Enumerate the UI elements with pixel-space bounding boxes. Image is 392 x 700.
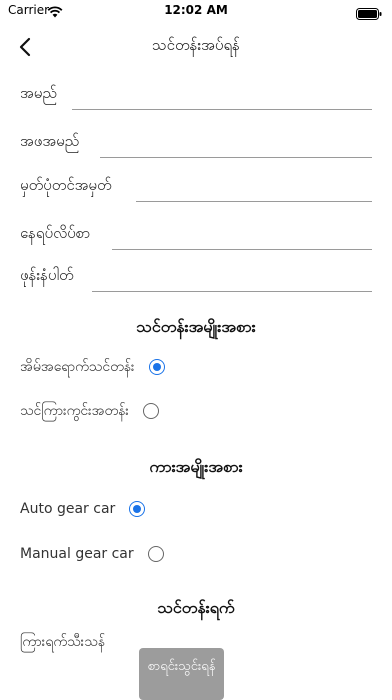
- radio-selected-icon[interactable]: [148, 359, 165, 375]
- name-label: အမည်: [20, 84, 57, 102]
- car-type-title: ကားအမျိုးအစား: [149, 457, 243, 476]
- radio-manual-gear[interactable]: Manual gear car: [20, 540, 164, 568]
- radio-label: Manual gear car: [20, 546, 134, 562]
- register-button[interactable]: စာရင်းသွင်းရန်: [139, 648, 224, 700]
- address-label: နေရပ်လိပ်စာ: [20, 224, 91, 242]
- course-date-title: သင်တန်းရက်: [157, 598, 235, 617]
- page-title: သင်တန်းအပ်ရန်: [152, 36, 240, 54]
- radio-label: အိမ်အရောက်သင်တန်း: [20, 358, 135, 375]
- address-input-underline[interactable]: [112, 249, 372, 250]
- phone-label: ဖုန်းနံပါတ်: [20, 266, 74, 284]
- name-field[interactable]: အမည်: [20, 80, 372, 110]
- radio-selected-icon[interactable]: [129, 501, 146, 517]
- radio-label: သင်ကြားကွင်းအတန်း: [20, 402, 129, 419]
- phone-input-underline[interactable]: [92, 291, 372, 292]
- course-date-option-label[interactable]: ကြားရက်သီးသန်: [20, 632, 105, 653]
- nrc-input-underline[interactable]: [136, 201, 372, 202]
- navigation-bar: သင်တန်းအပ်ရန်: [0, 22, 392, 72]
- father-name-input-underline[interactable]: [100, 157, 372, 158]
- name-input-underline[interactable]: [72, 109, 372, 110]
- radio-unselected-icon[interactable]: [147, 546, 164, 562]
- clock: 12:02 AM: [164, 3, 228, 17]
- phone-field[interactable]: ဖုန်းနံပါတ်: [20, 262, 372, 292]
- nrc-field[interactable]: မှတ်ပုံတင်အမှတ်: [20, 172, 372, 202]
- course-type-title: သင်တန်းအမျိုးအစား: [136, 317, 256, 336]
- father-name-label: အဖအမည်: [20, 132, 80, 150]
- radio-unselected-icon[interactable]: [142, 403, 159, 419]
- status-bar: Carrier 12:02 AM: [0, 0, 392, 22]
- address-field[interactable]: နေရပ်လိပ်စာ: [20, 220, 372, 250]
- father-name-field[interactable]: အဖအမည်: [20, 128, 372, 158]
- nrc-label: မှတ်ပုံတင်အမှတ်: [20, 176, 112, 194]
- radio-auto-gear[interactable]: Auto gear car: [20, 495, 146, 523]
- radio-label: Auto gear car: [20, 501, 116, 517]
- radio-home-course[interactable]: အိမ်အရောက်သင်တန်း: [20, 353, 165, 381]
- radio-field-course[interactable]: သင်ကြားကွင်းအတန်း: [20, 397, 159, 425]
